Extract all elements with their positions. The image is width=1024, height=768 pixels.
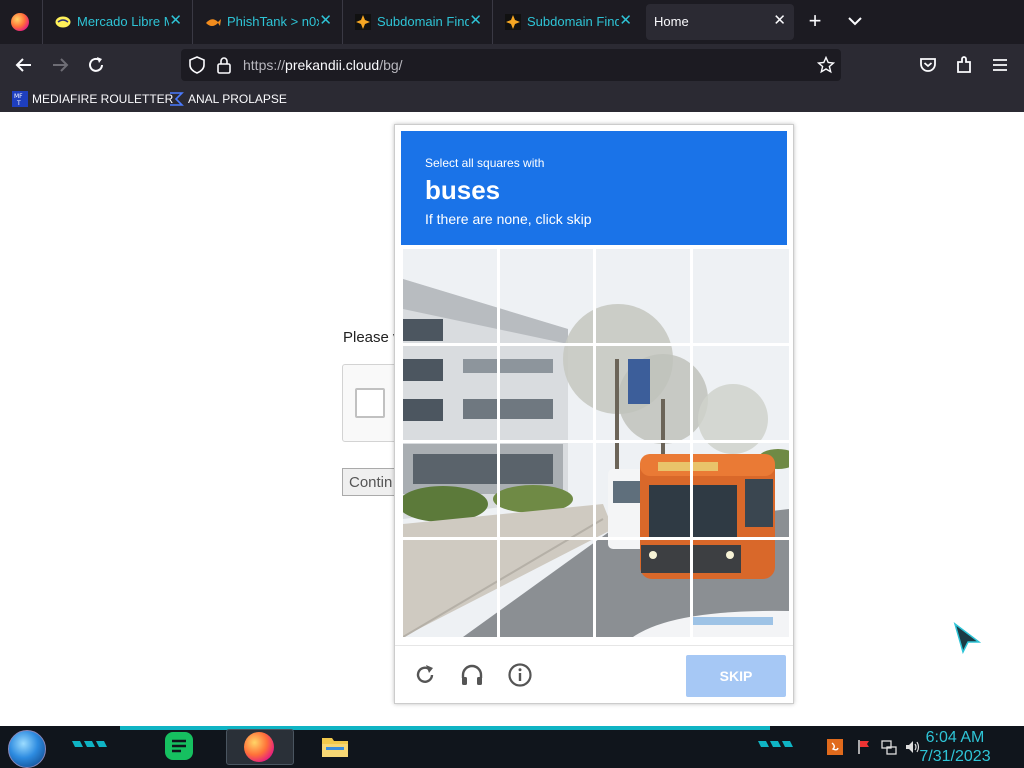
captcha-tile[interactable] [596, 540, 693, 637]
chevron-decoration-icon [72, 741, 107, 747]
mouse-cursor-icon [953, 622, 981, 654]
navigation-toolbar: https://prekandii.cloud/bg/ [0, 44, 1024, 86]
bookmark-anal-prolapse[interactable]: ANAL PROLAPSE [168, 90, 287, 108]
captcha-tile[interactable] [596, 443, 693, 540]
bookmark-label: MEDIAFIRE ROULETTER [32, 92, 174, 106]
captcha-tile[interactable] [403, 249, 500, 346]
target-object: buses [425, 175, 501, 205]
taskbar-active-app[interactable] [226, 729, 294, 765]
tab-title: Subdomain Finde [377, 14, 469, 29]
url-path: /bg/ [379, 57, 403, 73]
captcha-tile[interactable] [500, 540, 596, 637]
captcha-tile[interactable] [596, 249, 693, 346]
captcha-tile[interactable] [692, 443, 789, 540]
bookmark-label: ANAL PROLAPSE [188, 92, 287, 106]
shield-icon[interactable] [188, 56, 206, 74]
captcha-tile[interactable] [693, 540, 790, 637]
not-a-robot-checkbox[interactable] [355, 388, 385, 418]
back-arrow-icon[interactable] [13, 54, 35, 76]
captcha-footer: SKIP [395, 645, 793, 704]
pocket-icon[interactable] [917, 54, 939, 76]
tab-phishtank[interactable]: PhishTank > n0x0 ✕ [192, 0, 340, 44]
instruction-line: Select all squares with [425, 156, 545, 170]
tab-bar: Mercado Libre M ✕ PhishTank > n0x0 ✕ Sub… [0, 0, 1024, 44]
captcha-tile[interactable] [499, 443, 596, 540]
captcha-tile[interactable] [596, 346, 693, 443]
captcha-tile[interactable] [403, 346, 500, 443]
close-tab-icon[interactable]: ✕ [169, 11, 182, 31]
captcha-tile[interactable] [499, 346, 596, 443]
firefox-icon [244, 732, 274, 762]
mediafire-icon: MFT [12, 90, 28, 107]
mercadolibre-icon [55, 16, 71, 28]
tab-title: Home [654, 14, 689, 29]
close-tab-icon[interactable]: ✕ [469, 11, 482, 31]
bookmarks-toolbar: MF T MEDIAFIRE ROULETTER ANAL PROLAPSE [0, 86, 1024, 112]
captcha-tile-grid [403, 249, 789, 637]
svg-text:MF: MF [14, 93, 23, 100]
subdomain-finder-icon [355, 14, 371, 30]
subdomain-finder-icon [505, 14, 521, 30]
url-bar[interactable]: https://prekandii.cloud/bg/ [181, 49, 841, 81]
system-clock[interactable]: 6:04 AM 7/31/2023 [910, 728, 1000, 766]
tab-title: Subdomain Finde [527, 14, 619, 29]
tab-home[interactable]: Home ✕ [646, 4, 794, 40]
extensions-icon[interactable] [953, 54, 975, 76]
close-tab-icon[interactable]: ✕ [319, 11, 332, 31]
bookmark-mediafire-rouletter[interactable]: MF T MEDIAFIRE ROULETTER [12, 90, 173, 108]
chevron-down-icon[interactable] [843, 9, 867, 33]
skip-hint: If there are none, click skip [425, 211, 592, 227]
chevron-decoration-icon [758, 741, 793, 747]
forward-arrow-icon[interactable] [49, 54, 71, 76]
close-tab-icon[interactable]: ✕ [619, 11, 632, 31]
reload-icon[interactable] [85, 54, 107, 76]
phishtank-icon [206, 19, 221, 26]
continue-button[interactable]: Contin [342, 468, 402, 496]
reload-challenge-icon[interactable] [412, 662, 438, 688]
info-icon[interactable] [507, 662, 533, 688]
captcha-tile[interactable] [692, 346, 789, 443]
tab-title: PhishTank > n0x0 [227, 14, 319, 29]
taskbar: 6:04 AM 7/31/2023 [0, 726, 1024, 768]
bookmark-icon [170, 92, 184, 106]
start-orb-icon[interactable] [8, 730, 46, 768]
captcha-tile[interactable] [692, 249, 789, 346]
firefox-icon[interactable] [11, 13, 29, 31]
lock-icon[interactable] [216, 56, 232, 74]
close-tab-icon[interactable]: ✕ [773, 11, 786, 31]
network-icon[interactable] [881, 739, 897, 755]
skip-button[interactable]: SKIP [686, 655, 786, 697]
url-text[interactable]: https://prekandii.cloud/bg/ [243, 57, 403, 73]
star-icon[interactable] [817, 56, 835, 74]
audio-challenge-headphones-icon[interactable] [459, 662, 485, 688]
captcha-instructions: Select all squares with buses If there a… [401, 131, 787, 245]
clock-time: 6:04 AM [925, 729, 985, 746]
url-host: prekandii.cloud [285, 57, 380, 73]
new-tab-button[interactable]: + [803, 9, 827, 33]
tab-subdomain-finder-2[interactable]: Subdomain Finde ✕ [492, 0, 640, 44]
hamburger-menu-icon[interactable] [989, 54, 1011, 76]
tab-mercado-libre[interactable]: Mercado Libre M ✕ [42, 0, 190, 44]
notes-app-icon[interactable] [164, 731, 194, 761]
url-scheme: https:// [243, 57, 286, 73]
action-center-flag-icon[interactable] [857, 739, 873, 755]
tab-subdomain-finder[interactable]: Subdomain Finde ✕ [342, 0, 490, 44]
captcha-tile[interactable] [403, 443, 500, 540]
svg-text:T: T [16, 100, 21, 107]
captcha-tile[interactable] [499, 249, 596, 346]
clock-date: 7/31/2023 [919, 748, 991, 765]
verification-prompt: Please v [343, 329, 401, 346]
captcha-challenge: Select all squares with buses If there a… [394, 124, 794, 704]
file-explorer-folder-icon[interactable] [320, 731, 350, 761]
captcha-tile[interactable] [403, 540, 500, 637]
tab-title: Mercado Libre M [77, 14, 169, 29]
java-tray-icon[interactable] [827, 739, 843, 755]
taskbar-accent [120, 726, 770, 730]
